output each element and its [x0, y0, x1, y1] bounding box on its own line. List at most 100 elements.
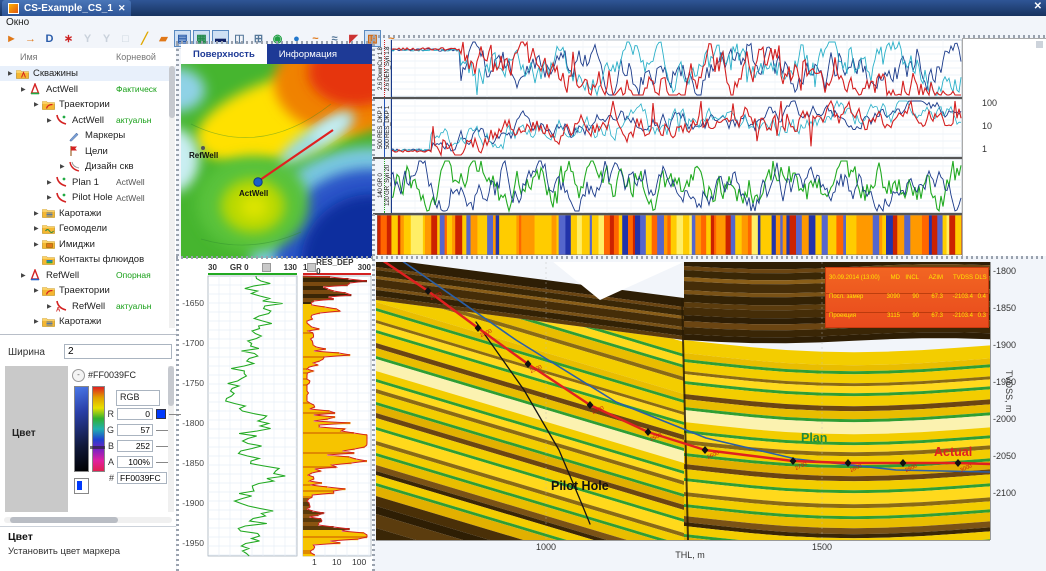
expand-arrow-icon[interactable]: ▶ — [8, 70, 16, 77]
wellref-icon — [29, 269, 43, 281]
y-axis-tick: -2050 — [993, 451, 1027, 461]
info-value: 90 — [902, 312, 921, 319]
map-tab-bar: Поверхность Информация — [181, 44, 372, 64]
y-axis-title: TVDSS, m — [1004, 370, 1014, 413]
channel-slider[interactable] — [156, 430, 168, 431]
channel-key: # — [106, 473, 114, 483]
resize-grip[interactable] — [1036, 41, 1043, 48]
flow-tool-icon[interactable]: → — [22, 30, 39, 47]
expand-arrow-icon[interactable]: ▶ — [47, 117, 55, 124]
info-value: 0.3 — [975, 312, 988, 319]
expand-arrow-icon[interactable]: ▶ — [34, 225, 42, 232]
select-tool-icon[interactable]: ► — [3, 30, 20, 47]
tab-close-icon[interactable]: ✕ — [118, 3, 126, 14]
props-hscrollbar-thumb[interactable] — [10, 517, 118, 523]
expand-arrow-icon[interactable]: ▶ — [47, 303, 55, 310]
svg-text:A: A — [56, 308, 61, 313]
tree-item-refwell[interactable]: ▶RefWellОпорная — [0, 268, 189, 283]
channel-slider[interactable] — [169, 414, 181, 415]
channel-input[interactable] — [117, 440, 153, 452]
gr-settings-icon[interactable] — [262, 263, 271, 272]
track-separator[interactable] — [373, 157, 962, 159]
channel-slider[interactable] — [156, 446, 168, 447]
channel-key: G — [106, 425, 114, 435]
document-tab[interactable]: CS-Example_CS_1 ✕ — [2, 0, 131, 16]
expand-arrow-icon[interactable]: ▶ — [34, 101, 42, 108]
track3-label-grsyn: 120 GR_Syn 20 — [384, 159, 392, 213]
gr-track-header[interactable]: 30 GR 0 130 — [208, 261, 297, 275]
tree-item-value: Фактическ — [116, 84, 157, 94]
expand-arrow-icon[interactable]: ▶ — [47, 179, 55, 186]
unlink-tool-icon[interactable]: Y — [98, 30, 115, 47]
channel-input[interactable] — [117, 408, 153, 420]
info-value: 90 — [902, 293, 921, 300]
expand-arrow-icon[interactable]: ▶ — [34, 241, 42, 248]
region-tool-icon[interactable]: □ — [117, 30, 134, 47]
color-mode-select[interactable]: RGB — [116, 390, 160, 406]
tab-surface[interactable]: Поверхность — [181, 44, 267, 64]
expand-arrow-icon[interactable]: ▶ — [47, 194, 55, 201]
expand-arrow-icon[interactable]: ▶ — [34, 318, 42, 325]
expand-arrow-icon[interactable]: ▶ — [21, 86, 29, 93]
design-icon — [68, 161, 82, 173]
expand-arrow-icon[interactable]: ▶ — [60, 163, 68, 170]
tree-item-value: ActWell — [116, 193, 145, 203]
splitter-horizontal[interactable] — [176, 256, 1046, 259]
app-window: CS-Example_CS_1 ✕ ✕ Окно ►→D∗YY□╱▰▤▦▬◫⊞◉… — [0, 0, 1046, 571]
info-col-header: TVDSS — [945, 275, 975, 281]
tree-item-скважины[interactable]: ▶Скважины — [0, 66, 176, 81]
tree-item-value: актуальн — [116, 301, 152, 311]
splitter-horizontal[interactable] — [373, 35, 1046, 38]
link-tool-icon[interactable]: Y — [79, 30, 96, 47]
hue-marker[interactable] — [90, 446, 105, 449]
frame-d-tool-icon[interactable]: D — [41, 30, 58, 47]
log-tracks[interactable] — [377, 38, 962, 255]
track-separator[interactable] — [373, 213, 962, 215]
tree-item-value: Опорная — [116, 270, 151, 280]
pencil-tool-icon[interactable]: ╱ — [136, 30, 153, 47]
plan-label: Plan — [801, 431, 827, 445]
fluid-icon — [42, 254, 56, 266]
channel-input[interactable] — [117, 472, 167, 484]
width-input[interactable] — [64, 344, 172, 359]
tree-item-label: Pilot Hole — [72, 192, 113, 203]
channel-key: B — [106, 441, 114, 451]
current-color-swatch[interactable] — [74, 478, 89, 494]
channel-input[interactable] — [117, 424, 153, 436]
window-close-icon[interactable]: ✕ — [1034, 1, 1042, 12]
channel-input[interactable] — [117, 456, 153, 468]
info-col-header: DLS — [975, 275, 988, 281]
traj-icon — [42, 99, 56, 111]
color-picker-hue-bar[interactable] — [92, 386, 105, 472]
brush-tool-icon[interactable]: ▰ — [155, 30, 172, 47]
menu-bar — [0, 16, 1046, 29]
splitter-vertical[interactable] — [176, 44, 179, 571]
color-picker-gradient[interactable] — [74, 386, 89, 472]
res-settings-icon[interactable] — [307, 263, 316, 272]
color-expander-button[interactable]: - — [72, 369, 85, 382]
tree-item-label: Контакты флюидов — [59, 254, 144, 265]
expand-arrow-icon[interactable]: ▶ — [34, 287, 42, 294]
expand-arrow-icon[interactable]: ▶ — [21, 272, 29, 279]
survey-info-box[interactable]: 30.09.2014 (13:00)MDINCLAZIMTVDSSDLSПосл… — [825, 267, 989, 328]
tab-information[interactable]: Информация — [267, 44, 349, 64]
info-value: -2103.4 — [945, 293, 975, 300]
color-field-label-box — [5, 366, 68, 512]
track-separator[interactable] — [373, 97, 962, 99]
res-track-header[interactable]: 1 RES_DEP 0 300 — [303, 261, 371, 275]
channel-slider[interactable] — [156, 462, 168, 463]
menu-item-window[interactable]: Окно — [6, 17, 29, 28]
depth-tracks[interactable] — [177, 258, 373, 571]
props-scrollbar-thumb[interactable] — [168, 366, 174, 406]
y-axis-tick: -1850 — [993, 303, 1027, 313]
surface-map[interactable]: RefWell ActWell — [181, 64, 372, 258]
res-axis-label: 1 — [312, 557, 317, 567]
splitter-horizontal[interactable] — [176, 41, 373, 44]
snap-tool-icon[interactable]: ∗ — [60, 30, 77, 47]
splitter-vertical[interactable] — [372, 38, 375, 571]
tree-item-actwell[interactable]: ▶ActWellФактическ — [0, 82, 189, 97]
document-icon — [8, 3, 19, 14]
curveref-icon: A — [55, 300, 69, 312]
tree-scrollbar-thumb[interactable] — [169, 66, 175, 118]
expand-arrow-icon[interactable]: ▶ — [34, 210, 42, 217]
